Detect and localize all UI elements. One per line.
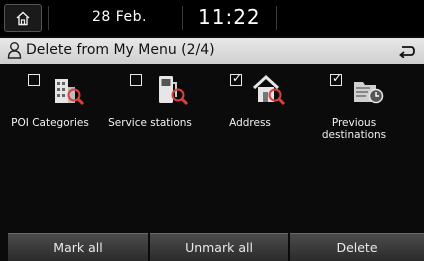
divider (182, 6, 183, 30)
checkbox-address[interactable]: ✓ (230, 71, 243, 86)
menu-item-poi-categories[interactable]: POI Categories (0, 70, 100, 150)
title-bar: Delete from My Menu (2/4) (0, 38, 424, 64)
menu-grid: POI Categories Service stations ✓ Addres… (0, 70, 424, 180)
divider (276, 6, 277, 30)
menu-item-service-stations[interactable]: Service stations (100, 70, 200, 150)
home-icon (16, 11, 30, 25)
menu-item-label-line2: destinations (321, 129, 387, 141)
checkmark-icon: ✓ (232, 71, 243, 85)
poi-categories-icon (55, 79, 85, 106)
unmark-all-button[interactable]: Unmark all (150, 233, 288, 261)
page-title: Delete from My Menu (2/4) (26, 42, 215, 58)
checkbox-previous-destinations[interactable]: ✓ (330, 71, 343, 86)
checkmark-icon: ✓ (332, 71, 343, 85)
back-arrow-icon (399, 46, 415, 58)
folder-clock-icon (354, 82, 384, 104)
menu-item-previous-destinations[interactable]: ✓ Previous destinations (302, 70, 402, 150)
status-time: 11:22 (198, 5, 261, 29)
home-button[interactable] (4, 4, 42, 32)
mark-all-button[interactable]: Mark all (8, 233, 148, 261)
person-icon (7, 42, 22, 59)
menu-item-address[interactable]: ✓ Address (202, 70, 302, 150)
menu-item-label: Address (229, 117, 271, 129)
status-bar: 28 Feb. 11:22 (0, 0, 424, 36)
divider (48, 6, 49, 30)
fuel-pump-icon (159, 76, 189, 106)
checkbox-poi-categories[interactable] (28, 74, 40, 86)
back-button[interactable] (392, 39, 422, 63)
house-search-icon (252, 74, 286, 106)
status-date: 28 Feb. (92, 9, 148, 25)
menu-item-label-line1: Previous (331, 117, 377, 129)
delete-button[interactable]: Delete (290, 233, 424, 261)
checkbox-service-stations[interactable] (130, 74, 142, 86)
bottom-button-bar: Mark all Unmark all Delete (0, 233, 424, 261)
